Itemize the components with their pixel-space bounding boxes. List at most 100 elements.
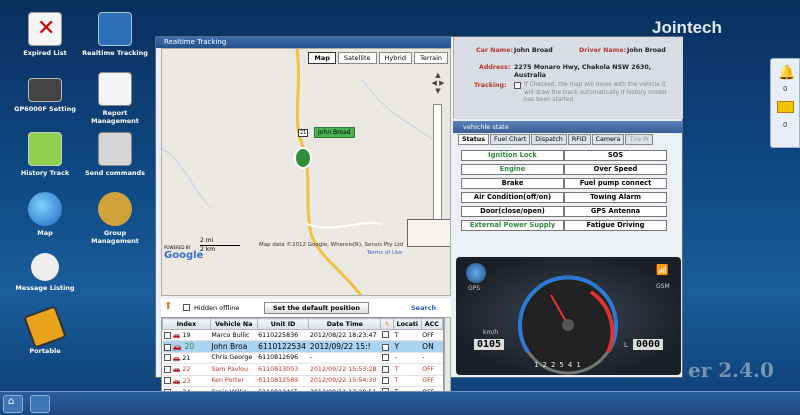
brand-logo: Jointech: [652, 18, 722, 37]
desktop-icon-message-listing[interactable]: Message Listing: [10, 253, 80, 292]
set-default-position-button[interactable]: Set the default position: [264, 302, 369, 314]
desktop-icon-label: Portable: [29, 347, 61, 355]
status-door: Door(close/open): [461, 206, 564, 217]
row-checkbox[interactable]: [381, 343, 389, 351]
tab-hybrid[interactable]: Hybrid: [378, 52, 412, 64]
tab-satellite[interactable]: Satellite: [337, 52, 377, 64]
status-engine: Engine: [461, 164, 564, 175]
hidden-offline-label: Hidden offline: [194, 304, 240, 312]
hidden-offline-checkbox[interactable]: [183, 304, 190, 311]
col-edit[interactable]: ✎: [380, 318, 395, 330]
desktop-icon-report-management[interactable]: Report Management: [80, 72, 150, 125]
tracking-checkbox[interactable]: [514, 82, 521, 89]
row-checkbox[interactable]: [163, 343, 171, 351]
mail-icon[interactable]: [777, 101, 794, 113]
desktop-icon-realtime-tracking[interactable]: Realtime Tracking: [80, 12, 150, 57]
row-car-icon: 🚗: [172, 342, 183, 352]
globe-icon: [28, 192, 62, 226]
notification-sidebar: 🔔 0 0: [770, 58, 800, 148]
vehicle-marker-icon[interactable]: [294, 147, 312, 169]
report-icon: [98, 72, 132, 106]
bell-icon[interactable]: 🔔: [778, 65, 795, 81]
desktop-icon-gp6000f-setting[interactable]: GP6000F Setting: [10, 72, 80, 113]
tab-fuel-chart[interactable]: Fuel Chart: [490, 134, 531, 145]
col-index[interactable]: Index: [162, 318, 211, 330]
row-car-icon: 🚗: [172, 377, 181, 385]
status-sos: SOS: [564, 150, 667, 161]
row-checkbox[interactable]: [381, 354, 389, 362]
google-logo: POWERED BY Google: [164, 245, 204, 261]
desktop-icon-group-management[interactable]: Group Management: [80, 192, 150, 245]
speed-readout: 0105: [474, 339, 505, 350]
address-label: Address:: [479, 64, 511, 71]
status-brake: Brake: [461, 178, 564, 189]
terms-link[interactable]: Terms of Use: [367, 250, 402, 256]
table-row[interactable]: 🚗 21 Chris George 6110812696- - -: [162, 352, 443, 365]
table-row[interactable]: 🚗 23 Ken Porter 6110812589 2012/09/22 15:54…: [162, 375, 443, 387]
tab-map[interactable]: Map: [308, 52, 336, 64]
tracking-note: If Checked, the map will move with the v…: [524, 82, 667, 103]
table-row[interactable]: 🚗 19 Marco Bullic 6110225836 2012/08/22 18:…: [162, 329, 443, 342]
odometer-readout: 0000: [633, 339, 664, 350]
col-date-time[interactable]: Date Time: [308, 318, 382, 330]
row-checkbox[interactable]: [381, 331, 389, 339]
map-view[interactable]: Map Satellite Hybrid Terrain ▲ ◀ ▶ ▼ John …: [161, 48, 451, 296]
row-checkbox[interactable]: [163, 331, 171, 339]
status-towing-alarm: Towing Alarm: [564, 192, 667, 203]
up-arrow-icon[interactable]: ⬆: [164, 301, 172, 312]
tab-rfid[interactable]: RFID: [567, 134, 591, 145]
desktop-icon-send-commands[interactable]: Send commands: [80, 132, 150, 177]
desktop-icon-expired-list[interactable]: ✕ Expired List: [10, 12, 80, 57]
desktop-icon-label: Message Listing: [15, 284, 75, 292]
scale-bar: 2 mi 2 km: [200, 237, 240, 254]
col-location[interactable]: Locati: [393, 318, 422, 330]
pan-control[interactable]: ▲ ◀ ▶ ▼: [427, 71, 449, 101]
table-row[interactable]: 🚗 22 Sam Pavlou 6110813003 2012/09/22 15:53…: [162, 363, 443, 376]
gsm-label: GSM: [656, 283, 670, 290]
tab-camera[interactable]: Camera: [591, 134, 625, 145]
col-acc[interactable]: ACC: [420, 318, 443, 330]
app-taskbar-button[interactable]: [30, 395, 50, 413]
desktop-icon-label: Expired List: [23, 49, 67, 57]
row-checkbox[interactable]: [381, 365, 389, 373]
desktop-icon-label: Report Management: [91, 109, 139, 125]
vehicle-state-header: vehichle state: [453, 121, 683, 133]
expired-list-icon: ✕: [28, 12, 62, 46]
col-unit-id[interactable]: Unit ID: [256, 318, 310, 330]
desktop-icon-label: GP6000F Setting: [14, 105, 76, 113]
home-button[interactable]: ⌂: [3, 395, 23, 413]
tab-dispatch[interactable]: Dispatch: [531, 134, 567, 145]
desktop-icon-history-track[interactable]: History Track: [10, 132, 80, 177]
pencil-icon: ✎: [384, 320, 390, 328]
row-checkbox[interactable]: [163, 354, 171, 362]
vehicle-map-label: John Broad: [314, 127, 355, 138]
tab-status[interactable]: Status: [458, 134, 490, 145]
status-over-speed: Over Speed: [564, 164, 667, 175]
tab-tire-pressure[interactable]: Tire Pr: [625, 134, 654, 145]
col-vehicle-name[interactable]: Vehicle Na: [209, 318, 258, 330]
table-controls: ⬆ Hidden offline Set the default positio…: [161, 299, 451, 317]
map-copyright: Map data ©2012 Google, Whereis(R), Sensi…: [259, 242, 404, 248]
status-air-condition: Air Condition(off/on): [461, 192, 564, 203]
map-type-tabs: Map Satellite Hybrid Terrain: [308, 52, 448, 64]
row-checkbox[interactable]: [163, 377, 171, 385]
vehicle-info-panel: Car Name: John Broad Driver Name: John B…: [453, 37, 683, 119]
tracking-label: Tracking:: [474, 82, 507, 89]
row-car-icon: 🚗: [172, 366, 181, 374]
row-checkbox[interactable]: [163, 365, 171, 373]
zoom-slider[interactable]: [433, 104, 442, 234]
message-count: 0: [783, 121, 788, 129]
search-link[interactable]: Search: [411, 304, 436, 312]
desktop-icon-map[interactable]: Map: [10, 192, 80, 237]
row-checkbox[interactable]: [381, 377, 389, 384]
table-row-selected[interactable]: 🚗 20 John Broa 6110122534 2012/09/22 15:! Y O…: [162, 340, 443, 353]
car-name-value: John Broad: [514, 47, 553, 54]
window-title: Realtime Tracking: [156, 37, 451, 48]
desktop-icon-portable[interactable]: Portable: [10, 305, 80, 355]
status-gps-antenna: GPS Antenna: [564, 206, 667, 217]
car-icon: [98, 12, 132, 46]
speedometer-gauge: [518, 275, 618, 375]
tab-terrain[interactable]: Terrain: [413, 52, 448, 64]
overview-map[interactable]: [407, 219, 450, 247]
status-fuel-pump: Fuel pump connect: [564, 178, 667, 189]
